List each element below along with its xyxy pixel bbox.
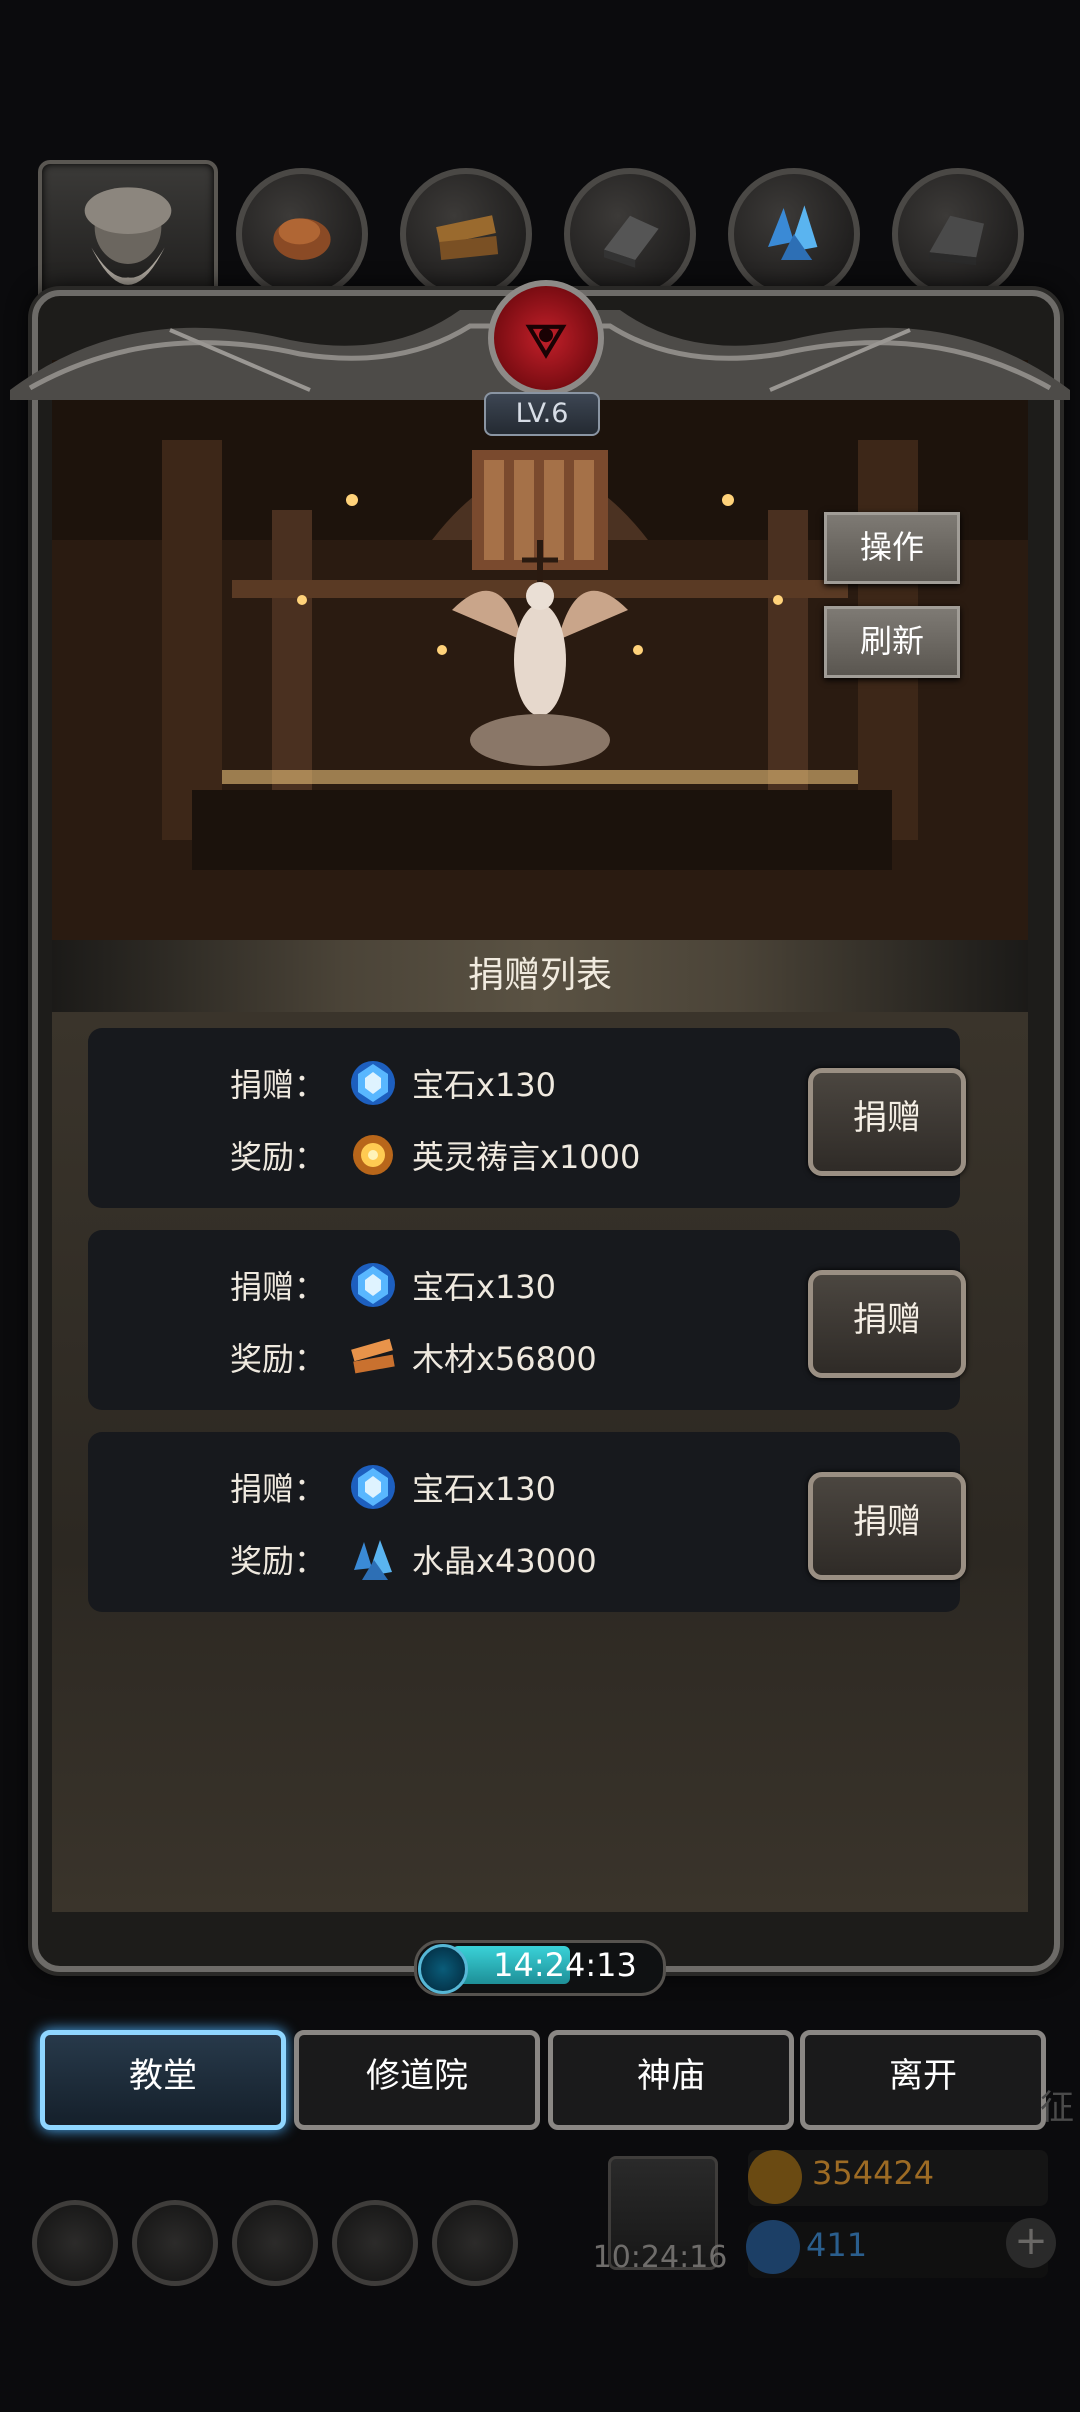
gold-icon: [748, 2150, 802, 2204]
tab-church[interactable]: 教堂: [40, 2030, 286, 2130]
map-icon[interactable]: [432, 2200, 518, 2286]
reward-label: 奖励：: [230, 1340, 327, 1378]
church-emblem-icon: [488, 280, 604, 396]
donate-item: 宝石x130: [412, 1066, 557, 1104]
donate-label: 捐赠：: [230, 1066, 327, 1104]
tab-temple[interactable]: 神庙: [548, 2030, 794, 2130]
donate-button[interactable]: 捐赠: [808, 1472, 966, 1580]
gift-timer: 10:24:16: [592, 2240, 728, 2275]
donate-label: 捐赠：: [230, 1470, 327, 1508]
donate-item: 宝石x130: [412, 1470, 557, 1508]
wood-icon: [351, 1338, 395, 1374]
reward-label: 奖励：: [230, 1138, 327, 1176]
reward-label: 奖励：: [230, 1542, 327, 1580]
gem-icon: [351, 1465, 395, 1509]
gate-icon[interactable]: [232, 2200, 318, 2286]
gem-icon: [351, 1263, 395, 1307]
achievement-icon[interactable]: [132, 2200, 218, 2286]
crystal-icon: [354, 1540, 392, 1580]
operate-button[interactable]: 操作: [824, 512, 960, 584]
donate-button[interactable]: 捐赠: [808, 1068, 966, 1176]
reward-item: 英灵祷言x1000: [412, 1138, 641, 1176]
settings-icon[interactable]: [32, 2200, 118, 2286]
gold-amount: 354424: [812, 2154, 935, 2192]
building-level: LV.6: [484, 392, 600, 436]
donate-label: 捐赠：: [230, 1268, 327, 1306]
clock-icon: [418, 1944, 468, 1994]
mail-icon[interactable]: [332, 2200, 418, 2286]
hero-prayer-icon: [353, 1135, 393, 1175]
refresh-button[interactable]: 刷新: [824, 606, 960, 678]
gem-amount: 411: [806, 2226, 868, 2264]
tab-monastery[interactable]: 修道院: [294, 2030, 540, 2130]
add-gems-button[interactable]: +: [1006, 2218, 1056, 2268]
donate-button[interactable]: 捐赠: [808, 1270, 966, 1378]
timer-text: 14:24:13: [493, 1946, 637, 1984]
reward-item: 木材x56800: [412, 1340, 597, 1378]
tab-leave[interactable]: 离开: [800, 2030, 1046, 2130]
reward-item: 水晶x43000: [412, 1542, 597, 1580]
gem-icon: [351, 1061, 395, 1105]
donation-list-title: 捐赠列表: [467, 955, 612, 996]
gem-icon: [746, 2220, 800, 2274]
expedition-label: 征: [1040, 2088, 1074, 2128]
donate-item: 宝石x130: [412, 1268, 557, 1306]
